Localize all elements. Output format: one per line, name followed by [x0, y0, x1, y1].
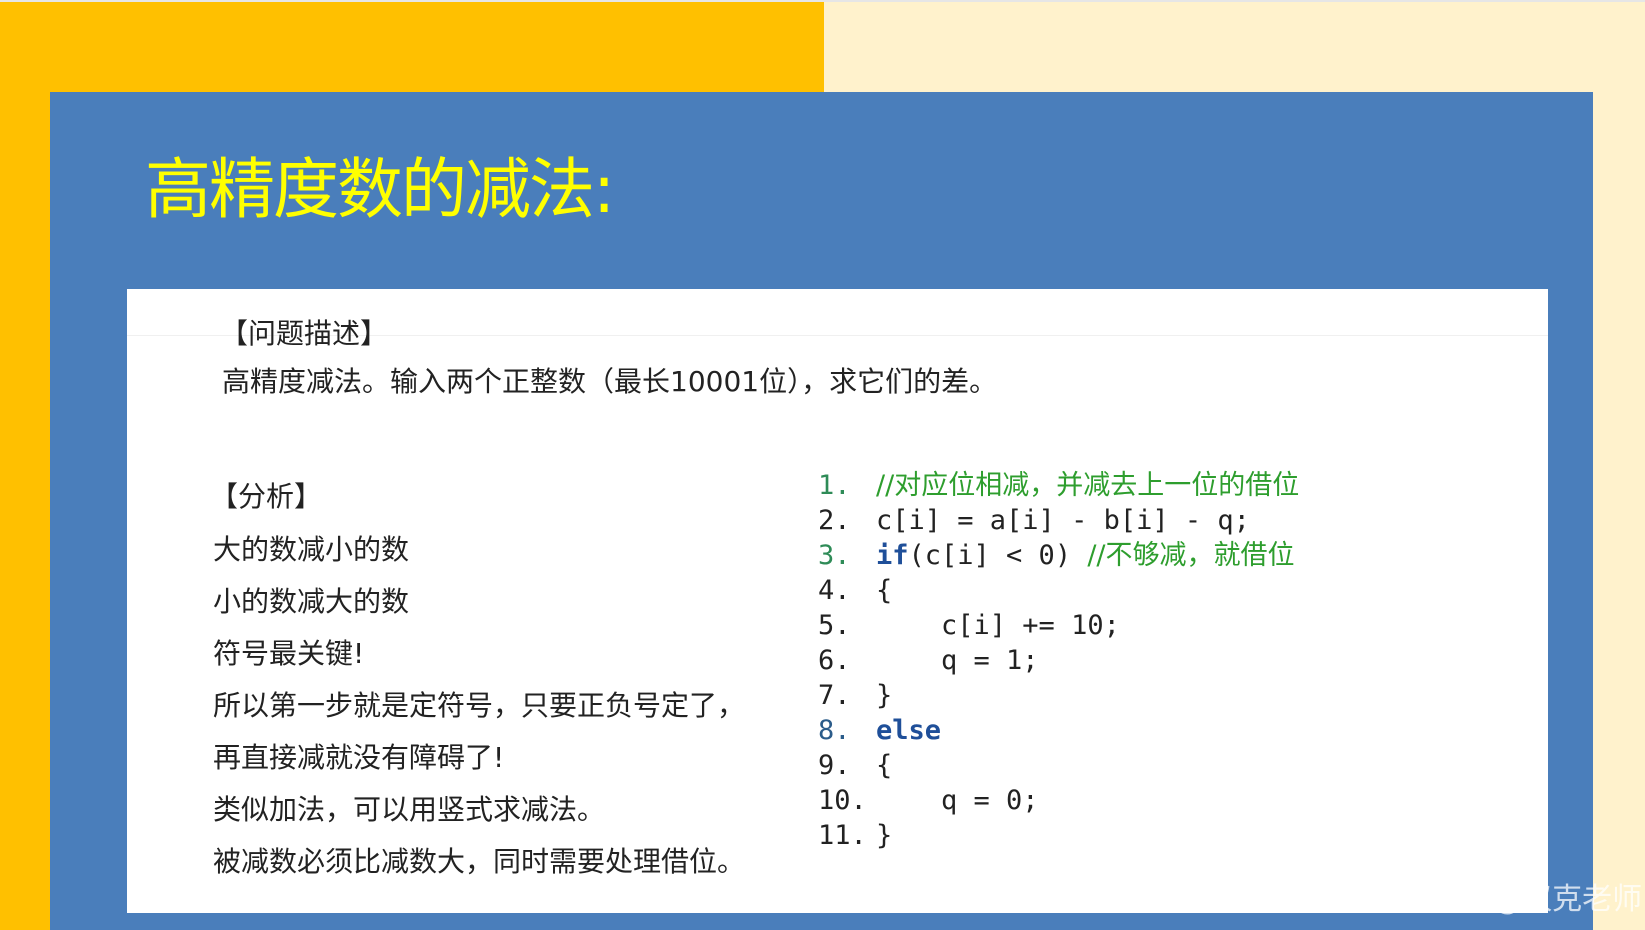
code-text: //对应位相减，并减去上一位的借位 [876, 468, 1299, 503]
code-text: q = 0; [876, 783, 1039, 818]
code-keyword: if [876, 540, 909, 571]
code-line: 9. { [818, 748, 1299, 783]
line-number: 9. [818, 750, 851, 781]
code-line: 2. c[i] = a[i] - b[i] - q; [818, 503, 1299, 538]
code-text: if(c[i] < 0) //不够减，就借位 [876, 538, 1295, 573]
code-token: q = 1; [876, 645, 1039, 676]
line-number: 1. [818, 470, 851, 501]
code-block: 1. //对应位相减，并减去上一位的借位 2. c[i] = a[i] - b[i] … [818, 468, 1299, 853]
code-line: 4. { [818, 573, 1299, 608]
line-number: 2. [818, 505, 851, 536]
code-comment: //对应位相减，并减去上一位的借位 [876, 470, 1300, 501]
analysis-line: 类似加法，可以用竖式求减法。 [213, 793, 606, 826]
code-line: 6. q = 1; [818, 643, 1299, 678]
line-number: 7. [818, 680, 851, 711]
code-token: c[i] += 10; [876, 610, 1120, 641]
line-number: 5. [818, 610, 851, 641]
code-text: { [876, 748, 892, 783]
code-token: (c[i] < 0) [908, 540, 1088, 571]
analysis-line: 小的数减大的数 [213, 585, 410, 618]
code-text: } [876, 818, 892, 853]
code-text: } [876, 678, 892, 713]
line-number: 10. [818, 785, 867, 816]
code-token: q = 0; [876, 785, 1039, 816]
code-token: } [876, 680, 893, 711]
code-token: c[i] = a[i] - b[i] - q; [876, 505, 1250, 536]
code-line: 1. //对应位相减，并减去上一位的借位 [818, 468, 1299, 503]
slide-canvas: 高精度数的减法: 【问题描述】 高精度减法。输入两个正整数（最长10001位），… [0, 0, 1645, 930]
code-token: { [876, 575, 893, 606]
code-line: 11.} [818, 818, 1299, 853]
line-number: 8. [818, 715, 851, 746]
code-keyword: else [876, 715, 942, 746]
line-number: 6. [818, 645, 851, 676]
problem-description: 高精度减法。输入两个正整数（最长10001位），求它们的差。 [222, 365, 998, 398]
code-text: else [876, 713, 941, 748]
analysis-list: 大的数减小的数 小的数减大的数 符号最关键! 所以第一步就是定符号，只要正负号定… [213, 530, 745, 894]
code-text: c[i] += 10; [876, 608, 1120, 643]
analysis-line: 所以第一步就是定符号，只要正负号定了， [213, 689, 746, 722]
code-text: c[i] = a[i] - b[i] - q; [876, 503, 1250, 538]
analysis-line: 大的数减小的数 [213, 533, 410, 566]
problem-heading: 【问题描述】 [220, 317, 389, 350]
code-line: 8. else [818, 713, 1299, 748]
code-text: { [876, 573, 892, 608]
code-token: } [876, 820, 893, 851]
code-line: 5. c[i] += 10; [818, 608, 1299, 643]
line-number: 3. [818, 540, 851, 571]
analysis-line: 再直接减就没有障碍了! [213, 741, 505, 774]
analysis-heading: 【分析】 [210, 480, 323, 513]
analysis-line: 被减数必须比减数大，同时需要处理借位。 [213, 845, 746, 878]
code-line: 10. q = 0; [818, 783, 1299, 818]
code-text: q = 1; [876, 643, 1039, 678]
line-number: 4. [818, 575, 851, 606]
code-comment: //不够减，就借位 [1087, 540, 1295, 571]
code-line: 3. if(c[i] < 0) //不够减，就借位 [818, 538, 1299, 573]
line-number: 11. [818, 820, 867, 851]
slide-title: 高精度数的减法: [145, 151, 615, 228]
code-token: { [876, 750, 893, 781]
code-line: 7.} [818, 678, 1299, 713]
watermark: CSDN @汉克老师 [1397, 882, 1643, 917]
analysis-line: 符号最关键! [213, 637, 365, 670]
